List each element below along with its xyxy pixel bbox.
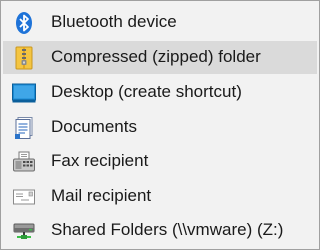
menu-item-compressed-folder[interactable]: Compressed (zipped) folder <box>3 41 317 74</box>
menu-item-desktop-shortcut[interactable]: Desktop (create shortcut) <box>3 76 317 109</box>
menu-item-documents[interactable]: Documents <box>3 111 317 144</box>
menu-item-label: Desktop (create shortcut) <box>51 82 242 101</box>
bluetooth-icon <box>12 11 36 35</box>
send-to-menu: Bluetooth device Compressed (zipped) fol… <box>0 0 320 250</box>
mail-icon <box>12 185 36 209</box>
desktop-icon <box>12 81 36 105</box>
fax-icon <box>12 150 36 174</box>
network-drive-icon <box>12 219 36 243</box>
menu-item-mail-recipient[interactable]: Mail recipient <box>3 180 317 213</box>
menu-item-fax-recipient[interactable]: Fax recipient <box>3 145 317 178</box>
documents-icon <box>12 116 36 140</box>
zip-folder-icon <box>12 46 36 70</box>
menu-item-shared-folders[interactable]: Shared Folders (\\vmware) (Z:) <box>3 214 317 247</box>
menu-item-label: Fax recipient <box>51 151 149 170</box>
menu-item-label: Mail recipient <box>51 186 152 205</box>
menu-item-label: Shared Folders (\\vmware) (Z:) <box>51 220 284 239</box>
menu-item-label: Documents <box>51 117 137 136</box>
menu-item-label: Compressed (zipped) folder <box>51 47 261 66</box>
menu-item-bluetooth-device[interactable]: Bluetooth device <box>3 6 317 39</box>
menu-item-label: Bluetooth device <box>51 12 177 31</box>
